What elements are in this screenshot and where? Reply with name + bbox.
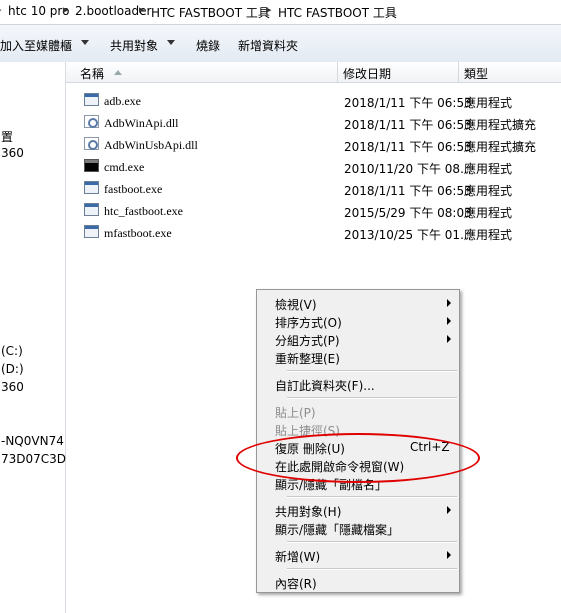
nav-item[interactable]: 360 xyxy=(1,380,24,394)
file-name: cmd.exe xyxy=(104,160,145,174)
nav-item[interactable]: (C:) xyxy=(1,344,23,358)
file-date: 2010/11/20 下午 08... xyxy=(344,162,472,176)
address-bar[interactable]: ▸ htc 10 pro ▸ 2.bootloader ▸ HTC FASTBO… xyxy=(0,0,561,25)
file-row[interactable]: AdbWinUsbApi.dll 2018/1/11 下午 06:53 應用程式… xyxy=(80,134,561,156)
file-name: AdbWinApi.dll xyxy=(104,116,179,130)
menu-item-paste[interactable]: 貼上(P) xyxy=(259,402,457,420)
breadcrumb-item[interactable]: HTC FASTBOOT 工具 xyxy=(278,4,397,21)
file-date: 2018/1/11 下午 06:53 xyxy=(344,184,472,198)
exe-icon xyxy=(84,225,99,238)
menu-separator xyxy=(287,568,457,570)
column-header-type[interactable]: 類型 xyxy=(459,62,561,83)
menu-item-new[interactable]: 新增(W) xyxy=(259,546,457,564)
file-date: 2018/1/11 下午 06:53 xyxy=(344,96,472,110)
dll-icon xyxy=(84,115,99,128)
dll-icon xyxy=(84,137,99,150)
chevron-down-icon[interactable] xyxy=(167,40,175,45)
file-name: AdbWinUsbApi.dll xyxy=(104,138,198,152)
menu-item-group-by[interactable]: 分組方式(P) xyxy=(259,330,457,348)
file-row[interactable]: cmd.exe 2010/11/20 下午 08... 應用程式 xyxy=(80,156,561,178)
submenu-arrow-icon xyxy=(447,506,451,514)
navigation-pane[interactable]: 置 360 (C:) (D:) 360 -NQ0VN74 73D07C3D xyxy=(0,62,66,613)
menu-item-share-with[interactable]: 共用對象(H) xyxy=(259,501,457,519)
menu-item-view[interactable]: 檢視(V) xyxy=(259,294,457,312)
breadcrumb-separator-icon[interactable]: ▸ xyxy=(0,3,2,16)
column-header-label: 名稱 xyxy=(80,67,105,81)
exe-icon xyxy=(84,93,99,106)
nav-item[interactable]: 360 xyxy=(1,146,24,160)
nav-item[interactable]: (D:) xyxy=(1,362,24,376)
submenu-arrow-icon xyxy=(447,551,451,559)
menu-separator xyxy=(287,397,457,399)
file-row[interactable]: htc_fastboot.exe 2015/5/29 下午 08:03 應用程式 xyxy=(80,200,561,222)
file-type: 應用程式 xyxy=(464,228,513,242)
breadcrumb-separator-icon[interactable]: ▸ xyxy=(63,3,69,16)
nav-item[interactable]: 73D07C3D xyxy=(1,452,66,466)
file-row[interactable]: AdbWinApi.dll 2018/1/11 下午 06:53 應用程式擴充 xyxy=(80,112,561,134)
column-header-label: 類型 xyxy=(464,67,489,81)
share-with-button[interactable]: 共用對象 xyxy=(110,37,158,54)
file-type: 應用程式 xyxy=(464,184,513,198)
submenu-arrow-icon xyxy=(447,335,451,343)
breadcrumb-item[interactable]: HTC FASTBOOT 工具 xyxy=(151,4,270,21)
menu-item-refresh[interactable]: 重新整理(E) xyxy=(259,348,457,366)
menu-item-toggle-hidden[interactable]: 顯示/隱藏「隱藏檔案」 xyxy=(259,519,457,537)
cmd-icon xyxy=(84,159,99,172)
file-name: fastboot.exe xyxy=(104,182,163,196)
column-header-label: 修改日期 xyxy=(343,67,392,81)
menu-item-sort-by[interactable]: 排序方式(O) xyxy=(259,312,457,330)
file-type: 應用程式擴充 xyxy=(464,118,537,132)
file-date: 2018/1/11 下午 06:53 xyxy=(344,140,472,154)
breadcrumb-item[interactable]: htc 10 pro xyxy=(8,4,69,18)
highlight-annotation-ellipse xyxy=(236,433,480,483)
file-type: 應用程式 xyxy=(464,96,513,110)
command-bar: 加入至媒體櫃 共用對象 燒錄 新增資料夾 xyxy=(0,25,561,63)
file-type: 應用程式擴充 xyxy=(464,140,537,154)
column-header-date[interactable]: 修改日期 xyxy=(338,62,459,83)
file-name: htc_fastboot.exe xyxy=(104,204,183,218)
file-type: 應用程式 xyxy=(464,206,513,220)
file-row[interactable]: mfastboot.exe 2013/10/25 下午 01... 應用程式 xyxy=(80,222,561,244)
file-row[interactable]: adb.exe 2018/1/11 下午 06:53 應用程式 xyxy=(80,90,561,112)
exe-icon xyxy=(84,203,99,216)
file-date: 2013/10/25 下午 01... xyxy=(344,228,472,242)
exe-icon xyxy=(84,181,99,194)
burn-button[interactable]: 燒錄 xyxy=(196,37,220,54)
add-to-library-button[interactable]: 加入至媒體櫃 xyxy=(0,37,72,54)
chevron-down-icon[interactable] xyxy=(81,40,89,45)
sort-ascending-icon xyxy=(114,70,122,75)
file-name: adb.exe xyxy=(104,94,141,108)
file-row[interactable]: fastboot.exe 2018/1/11 下午 06:53 應用程式 xyxy=(80,178,561,200)
breadcrumb-separator-icon[interactable]: ▸ xyxy=(266,3,272,16)
file-type: 應用程式 xyxy=(464,162,513,176)
breadcrumb-separator-icon[interactable]: ▸ xyxy=(139,3,145,16)
submenu-arrow-icon xyxy=(447,317,451,325)
file-name: mfastboot.exe xyxy=(104,226,172,240)
menu-item-properties[interactable]: 內容(R) xyxy=(259,573,457,591)
menu-separator xyxy=(287,496,457,498)
submenu-arrow-icon xyxy=(447,299,451,307)
column-header-name[interactable]: 名稱 xyxy=(66,62,338,83)
file-date: 2018/1/11 下午 06:53 xyxy=(344,118,472,132)
menu-separator xyxy=(287,370,457,372)
new-folder-button[interactable]: 新增資料夾 xyxy=(238,37,298,54)
nav-item[interactable]: 置 xyxy=(1,128,13,145)
nav-item[interactable]: -NQ0VN74 xyxy=(1,434,64,448)
menu-separator xyxy=(287,541,457,543)
menu-item-customize-folder[interactable]: 自訂此資料夾(F)... xyxy=(259,375,457,393)
file-date: 2015/5/29 下午 08:03 xyxy=(344,206,472,220)
